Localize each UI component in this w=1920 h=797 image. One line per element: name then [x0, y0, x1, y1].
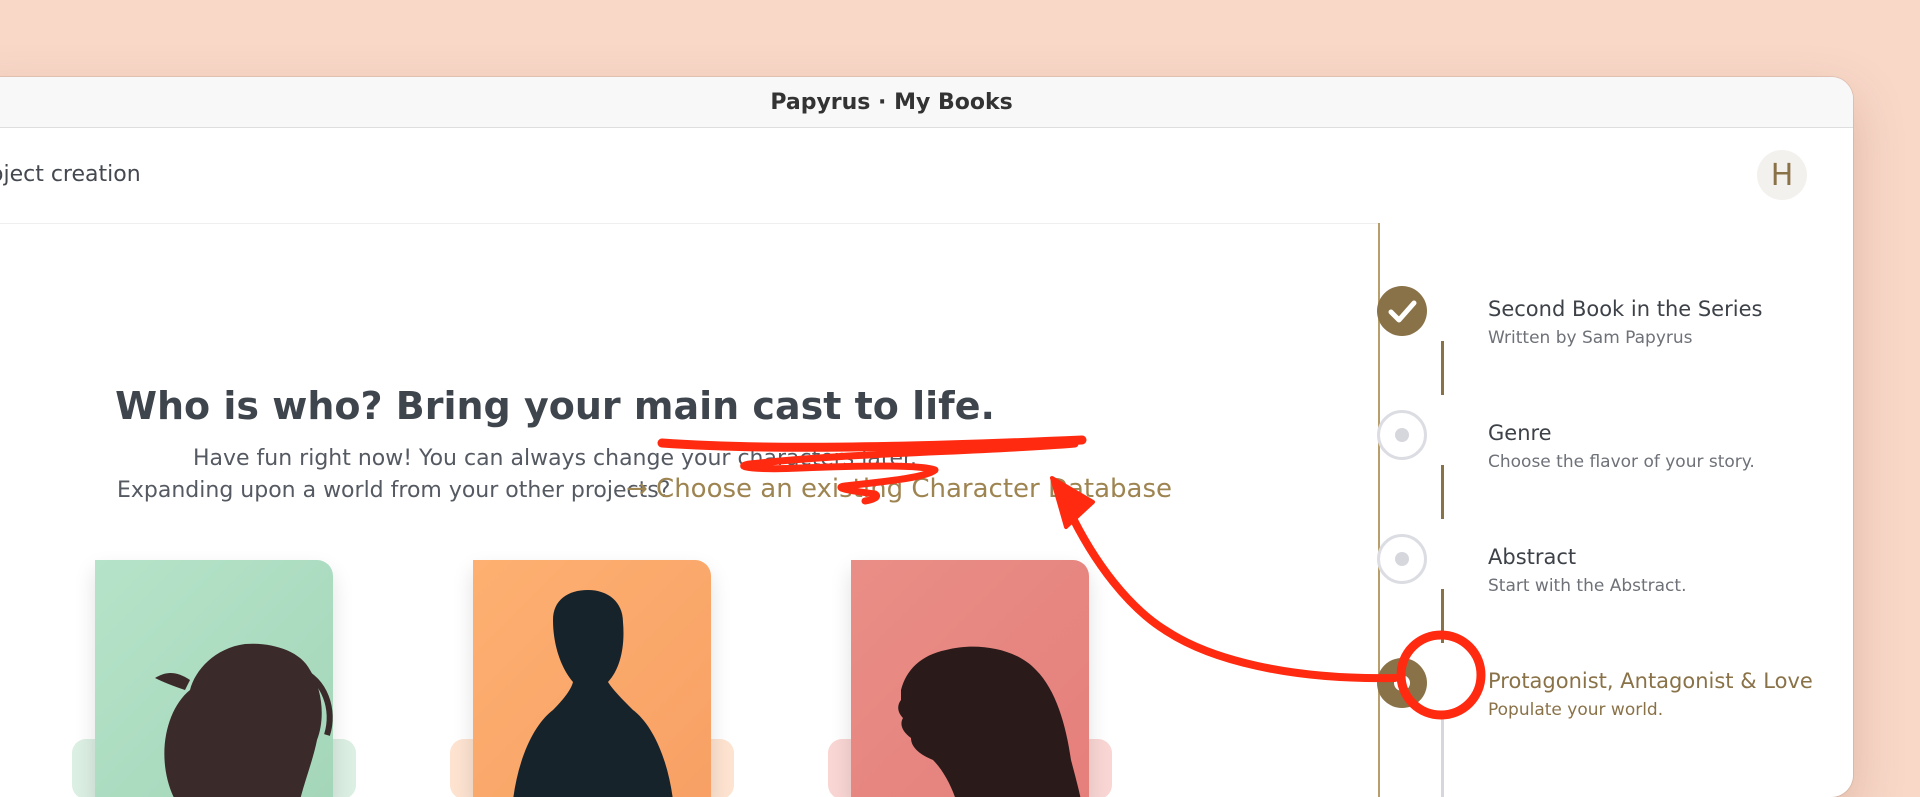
step-connector [1441, 713, 1444, 797]
step-connector [1441, 589, 1444, 643]
character-card-protagonist[interactable] [95, 560, 333, 797]
step-connector [1441, 465, 1444, 519]
avatar[interactable]: H [1757, 150, 1807, 200]
step-3-indicator[interactable] [1377, 534, 1427, 584]
step-3-subtitle: Start with the Abstract. [1488, 576, 1687, 596]
avatar-initial: H [1770, 157, 1794, 193]
step-2-indicator[interactable] [1377, 410, 1427, 460]
step-connector [1441, 341, 1444, 395]
step-2-title[interactable]: Genre [1488, 421, 1552, 445]
character-silhouette-icon [898, 646, 1081, 797]
step-3-title[interactable]: Abstract [1488, 545, 1576, 569]
step-1-title[interactable]: Second Book in the Series [1488, 297, 1762, 321]
step-4-title[interactable]: Protagonist, Antagonist & Love [1488, 669, 1813, 693]
character-silhouette-icon [155, 643, 333, 797]
character-silhouette-icon [513, 590, 673, 797]
step-2-subtitle: Choose the flavor of your story. [1488, 452, 1755, 472]
choose-character-database-link[interactable]: → Choose an existing Character Database [626, 474, 1172, 504]
window-titlebar: Papyrus · My Books [0, 77, 1853, 128]
page-title: Who is who? Bring your main cast to life… [115, 384, 995, 428]
step-1-subtitle: Written by Sam Papyrus [1488, 328, 1693, 348]
character-card-love-interest[interactable] [851, 560, 1089, 797]
top-toolbar: oject creation H [0, 128, 1853, 224]
subtitle-line-2: Expanding upon a world from your other p… [117, 478, 671, 503]
app-window: Papyrus · My Books oject creation H Who … [0, 77, 1853, 797]
checkmark-icon [1388, 300, 1417, 323]
character-card-antagonist[interactable] [473, 560, 711, 797]
step-4-subtitle: Populate your world. [1488, 700, 1664, 720]
breadcrumb[interactable]: oject creation [0, 162, 141, 187]
window-title: Papyrus · My Books [770, 89, 1013, 115]
subtitle-line-1: Have fun right now! You can always chang… [192, 446, 918, 471]
step-1-done-indicator[interactable] [1377, 286, 1427, 336]
step-4-active-indicator[interactable] [1377, 658, 1427, 708]
